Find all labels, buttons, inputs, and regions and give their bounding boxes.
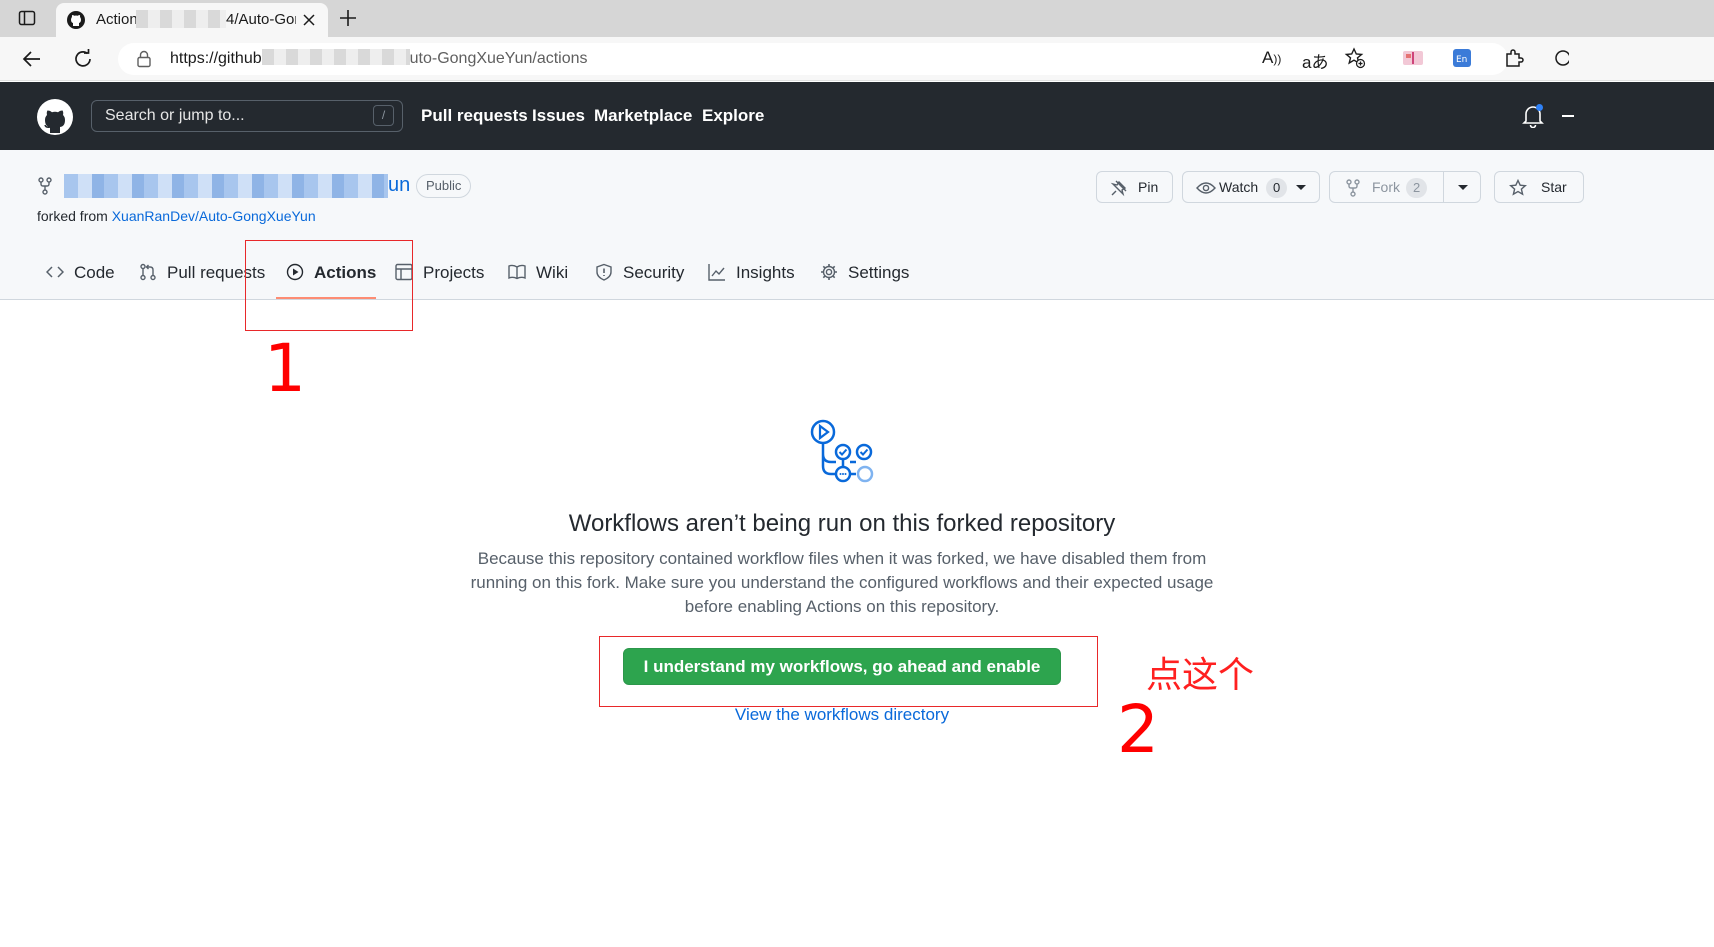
tab-security-label: Security bbox=[623, 263, 685, 282]
tab-settings-label: Settings bbox=[848, 263, 910, 282]
tab-settings[interactable]: Settings bbox=[820, 260, 910, 288]
notifications-bell-icon[interactable] bbox=[1522, 104, 1544, 128]
nav-marketplace[interactable]: Marketplace bbox=[594, 106, 692, 126]
lock-icon[interactable] bbox=[136, 50, 152, 68]
read-aloud-icon[interactable]: A)) bbox=[1262, 48, 1281, 68]
github-favicon-icon bbox=[67, 11, 85, 29]
forked-from-link[interactable]: XuanRanDev/Auto-GongXueYun bbox=[112, 208, 316, 224]
annotation-box-enable bbox=[599, 636, 1098, 707]
blankslate-title: Workflows aren’t being run on this forke… bbox=[568, 510, 1116, 537]
pull-request-icon bbox=[140, 263, 156, 281]
tab-wiki[interactable]: Wiki bbox=[508, 260, 570, 288]
book-icon bbox=[508, 264, 526, 280]
forked-from-label: forked from bbox=[37, 208, 108, 224]
tab-actions-menu-icon[interactable] bbox=[18, 9, 36, 27]
url-text[interactable]: https://github uto-GongXueYun/actions bbox=[170, 49, 588, 68]
pin-button[interactable]: Pin bbox=[1096, 171, 1173, 203]
watch-dropdown-icon bbox=[1296, 185, 1306, 190]
blankslate-description: Because this repository contained workfl… bbox=[470, 549, 1214, 616]
search-placeholder[interactable]: Search or jump to... bbox=[105, 107, 245, 125]
repo-name-redaction bbox=[64, 174, 388, 198]
translate-icon[interactable]: aあ bbox=[1302, 48, 1328, 73]
search-shortcut-key: / bbox=[373, 105, 394, 126]
workflow-graph-icon bbox=[810, 419, 874, 483]
workflows-directory-link: View the workflows directory bbox=[0, 705, 1684, 725]
annotation-step-1: 1 bbox=[264, 330, 306, 407]
url-prefix: https://github bbox=[170, 50, 262, 67]
tab-code-label: Code bbox=[74, 263, 115, 282]
tab-title-start: Action bbox=[96, 11, 138, 28]
nav-pull-requests[interactable]: Pull requests bbox=[421, 106, 528, 126]
annotation-hint: 点这个 bbox=[1146, 655, 1255, 696]
tab-title-end: 4/Auto-Gon bbox=[226, 11, 296, 28]
star-icon bbox=[1509, 179, 1527, 196]
header-plus-partial-icon[interactable] bbox=[1562, 115, 1574, 117]
tab-code[interactable]: Code bbox=[46, 260, 116, 288]
nav-issues[interactable]: Issues bbox=[532, 106, 585, 126]
forked-from-line: forked from XuanRanDev/Auto-GongXueYun bbox=[37, 208, 316, 224]
watch-button[interactable]: Watch 0 bbox=[1182, 171, 1320, 203]
shield-icon bbox=[596, 263, 612, 281]
collections-extension-icon[interactable] bbox=[1402, 49, 1424, 67]
tab-insights[interactable]: Insights bbox=[708, 260, 796, 288]
browser-tab-active[interactable]: Action 4/Auto-Gon bbox=[56, 3, 328, 37]
pin-label: Pin bbox=[1138, 179, 1159, 195]
pin-icon bbox=[1110, 180, 1127, 197]
tab-wiki-label: Wiki bbox=[536, 263, 569, 282]
graph-icon bbox=[708, 264, 725, 281]
eye-icon bbox=[1196, 182, 1216, 194]
url-redaction bbox=[261, 49, 410, 65]
svg-text:En: En bbox=[1456, 55, 1467, 65]
tab-close-icon[interactable] bbox=[302, 13, 316, 27]
settings-partial-icon[interactable] bbox=[1553, 47, 1569, 69]
tab-title-redaction bbox=[136, 10, 226, 28]
new-tab-icon[interactable] bbox=[338, 8, 358, 28]
tab-insights-label: Insights bbox=[736, 263, 795, 282]
nav-explore[interactable]: Explore bbox=[702, 106, 764, 126]
annotation-box-actions bbox=[245, 240, 413, 331]
favorites-star-icon[interactable] bbox=[1344, 47, 1366, 69]
fork-dropdown-icon[interactable] bbox=[1457, 184, 1469, 192]
star-button[interactable]: Star bbox=[1494, 171, 1584, 203]
tab-pull-requests[interactable]: Pull requests bbox=[139, 260, 265, 288]
visibility-badge: Public bbox=[416, 174, 472, 198]
workflows-directory-anchor[interactable]: View the workflows directory bbox=[735, 705, 949, 724]
fork-icon bbox=[1346, 179, 1360, 197]
watch-label: Watch bbox=[1219, 179, 1259, 195]
tab-security[interactable]: Security bbox=[595, 260, 685, 288]
gear-icon bbox=[821, 264, 837, 280]
watch-count: 0 bbox=[1266, 178, 1288, 198]
reload-icon[interactable] bbox=[72, 48, 94, 70]
tab-projects-label: Projects bbox=[423, 263, 485, 282]
star-label: Star bbox=[1541, 179, 1567, 195]
annotation-step-2: 2 bbox=[1117, 691, 1159, 768]
back-arrow-icon[interactable] bbox=[21, 48, 43, 70]
url-suffix: uto-GongXueYun/actions bbox=[409, 50, 588, 67]
language-extension-icon[interactable]: En bbox=[1452, 48, 1472, 68]
extensions-puzzle-icon[interactable] bbox=[1503, 47, 1525, 69]
repo-forked-icon bbox=[38, 177, 52, 195]
fork-button[interactable]: Fork 2 bbox=[1329, 171, 1481, 203]
github-logo-icon[interactable] bbox=[36, 98, 74, 136]
fork-divider bbox=[1443, 172, 1444, 202]
fork-label: Fork bbox=[1372, 179, 1400, 195]
code-icon bbox=[46, 266, 64, 278]
fork-count: 2 bbox=[1406, 178, 1428, 198]
repo-name[interactable]: un bbox=[388, 174, 410, 197]
